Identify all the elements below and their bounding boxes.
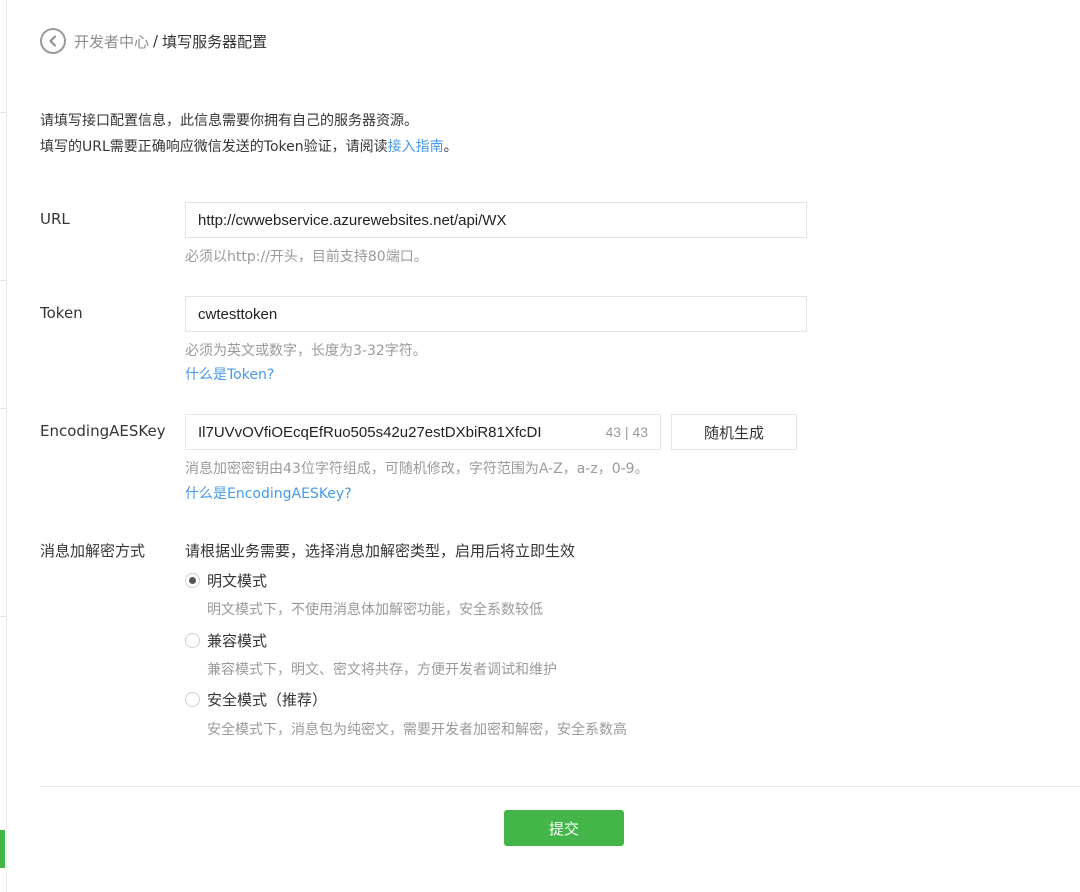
form-divider bbox=[40, 786, 1080, 787]
what-is-token-link[interactable]: 什么是Token? bbox=[185, 364, 274, 384]
aeskey-input[interactable] bbox=[198, 423, 578, 441]
aeskey-hint: 消息加密密钥由43位字符组成，可随机修改，字符范围为A-Z，a-z，0-9。 bbox=[185, 461, 649, 477]
sidebar-edge bbox=[0, 0, 7, 892]
aeskey-field-box[interactable]: 43 | 43 bbox=[185, 414, 661, 450]
aeskey-char-counter: 43 | 43 bbox=[605, 424, 648, 440]
submit-button[interactable]: 提交 bbox=[504, 810, 624, 846]
token-label: Token bbox=[40, 304, 83, 322]
token-hint: 必须为英文或数字，长度为3-32字符。 bbox=[185, 343, 427, 359]
sidebar-divider bbox=[0, 408, 6, 409]
url-hint: 必须以http://开头，目前支持80端口。 bbox=[185, 249, 428, 265]
radio-plaintext-desc: 明文模式下，不使用消息体加解密功能，安全系数较低 bbox=[207, 602, 543, 618]
sidebar-divider bbox=[0, 112, 6, 113]
intro-text: 请填写接口配置信息，此信息需要你拥有自己的服务器资源。 填写的URL需要正确响应… bbox=[40, 108, 458, 160]
radio-secure-mode[interactable]: 安全模式（推荐） bbox=[185, 689, 327, 710]
url-field-box[interactable] bbox=[185, 202, 807, 238]
sidebar-divider bbox=[0, 616, 6, 617]
encryption-mode-prompt: 请根据业务需要，选择消息加解密类型，启用后将立即生效 bbox=[185, 542, 576, 560]
token-input[interactable] bbox=[198, 305, 794, 323]
url-label: URL bbox=[40, 210, 70, 228]
sidebar-active-indicator[interactable] bbox=[0, 830, 5, 868]
radio-compatible-desc: 兼容模式下，明文、密文将共存，方便开发者调试和维护 bbox=[207, 662, 557, 678]
server-config-page: 开发者中心 / 填写服务器配置 请填写接口配置信息，此信息需要你拥有自己的服务器… bbox=[0, 0, 1080, 892]
aeskey-label: EncodingAESKey bbox=[40, 422, 166, 440]
encryption-mode-label: 消息加解密方式 bbox=[40, 542, 146, 560]
breadcrumb: 开发者中心 / 填写服务器配置 bbox=[40, 26, 267, 56]
radio-plaintext-mode[interactable]: 明文模式 bbox=[185, 570, 267, 591]
access-guide-link[interactable]: 接入指南 bbox=[388, 139, 444, 155]
intro-line-1: 请填写接口配置信息，此信息需要你拥有自己的服务器资源。 bbox=[40, 113, 418, 129]
breadcrumb-separator: / bbox=[153, 32, 159, 50]
token-field-box[interactable] bbox=[185, 296, 807, 332]
radio-plaintext-label: 明文模式 bbox=[207, 572, 268, 590]
back-button[interactable] bbox=[40, 28, 66, 54]
page-title: 填写服务器配置 bbox=[162, 32, 268, 51]
intro-line-2-suffix: 。 bbox=[443, 139, 458, 155]
radio-compatible-label: 兼容模式 bbox=[207, 632, 268, 650]
radio-secure-label: 安全模式（推荐） bbox=[207, 691, 328, 709]
random-generate-button[interactable]: 随机生成 bbox=[671, 414, 797, 450]
radio-secure-indicator[interactable] bbox=[185, 692, 200, 707]
radio-secure-desc: 安全模式下，消息包为纯密文，需要开发者加密和解密，安全系数高 bbox=[207, 722, 627, 738]
breadcrumb-developer-center[interactable]: 开发者中心 bbox=[74, 31, 149, 52]
radio-plaintext-indicator[interactable] bbox=[185, 573, 200, 588]
url-input[interactable] bbox=[198, 211, 794, 229]
intro-line-2-prefix: 填写的URL需要正确响应微信发送的Token验证，请阅读 bbox=[40, 139, 388, 155]
intro-line-2: 填写的URL需要正确响应微信发送的Token验证，请阅读接入指南。 bbox=[40, 134, 458, 160]
radio-compatible-indicator[interactable] bbox=[185, 633, 200, 648]
radio-compatible-mode[interactable]: 兼容模式 bbox=[185, 630, 267, 651]
chevron-left-icon bbox=[49, 35, 56, 47]
what-is-aeskey-link[interactable]: 什么是EncodingAESKey? bbox=[185, 483, 352, 503]
sidebar-divider bbox=[0, 280, 6, 281]
